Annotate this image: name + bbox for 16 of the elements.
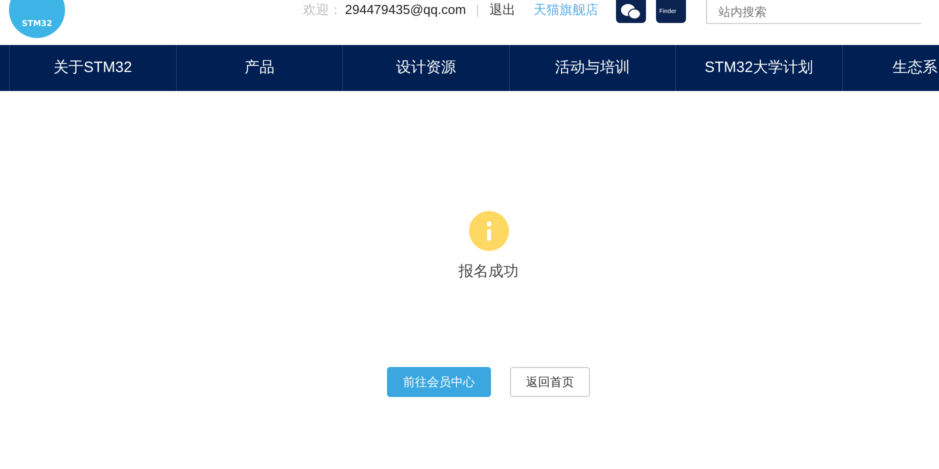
welcome-label: 欢迎： <box>303 1 342 20</box>
nav-item[interactable]: 关于STM32 <box>9 45 176 91</box>
separator: | <box>476 1 480 20</box>
logo-text: STM32 <box>22 20 52 28</box>
user-email: 294479435@qq.com <box>345 1 466 20</box>
nav-item[interactable]: 产品 <box>176 45 342 91</box>
chat-bubbles-icon[interactable] <box>616 0 646 23</box>
nav-item[interactable]: 生态系 <box>842 45 939 91</box>
nav-item[interactable]: 设计资源 <box>342 45 508 91</box>
nav-item[interactable]: 活动与培训 <box>508 45 675 91</box>
search-field[interactable]: 站内搜索 <box>706 0 922 24</box>
success-message: 报名成功 <box>458 262 518 282</box>
info-icon <box>468 211 508 251</box>
action-button[interactable]: 返回首页 <box>510 366 590 396</box>
logout-link[interactable]: 退出 <box>489 0 516 20</box>
nav-item[interactable]: STM32大学计划 <box>675 45 842 91</box>
